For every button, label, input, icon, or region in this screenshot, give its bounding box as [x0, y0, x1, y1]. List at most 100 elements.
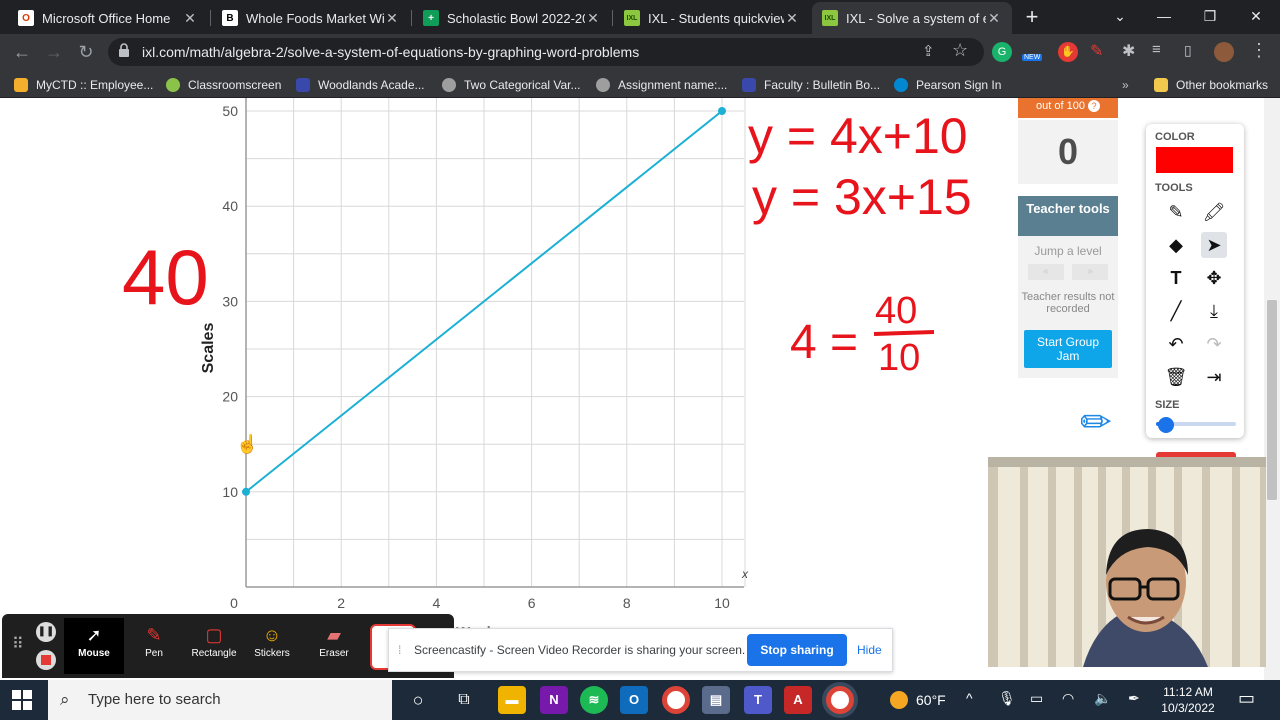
close-icon[interactable]: ✕ — [986, 10, 1002, 27]
redo-icon[interactable]: ↷ — [1201, 331, 1227, 357]
tab-ixl-solve-system[interactable]: IXL IXL - Solve a system of eq ✕ — [812, 2, 1012, 34]
wifi-icon[interactable]: ◠ — [1062, 690, 1074, 707]
adblock-icon[interactable]: ✋ — [1058, 42, 1078, 62]
chrome-icon[interactable] — [662, 686, 690, 714]
puzzle-icon[interactable]: ✱ — [1122, 41, 1135, 61]
volume-icon[interactable]: 🔈 — [1094, 690, 1111, 707]
hide-button[interactable]: Hide — [857, 643, 882, 657]
profile-avatar[interactable] — [1214, 42, 1234, 62]
exit-icon[interactable]: ⇥ — [1201, 364, 1227, 390]
stickers-tool-button[interactable]: ☺ Stickers — [242, 618, 302, 674]
other-bookmarks[interactable]: Other bookmarks — [1154, 76, 1268, 94]
rectangle-tool-button[interactable]: ▢ Rectangle — [184, 618, 244, 674]
forward-arrow-icon[interactable]: → — [42, 40, 66, 64]
undo-icon[interactable]: ↶ — [1163, 331, 1189, 357]
close-icon[interactable]: ✕ — [384, 10, 400, 27]
pen-toggle-icon[interactable]: ✏ — [1080, 400, 1112, 445]
bookmark-star-icon[interactable]: ☆ — [952, 40, 968, 61]
tray-chevron-icon[interactable]: ^ — [966, 690, 973, 706]
close-icon[interactable]: ✕ — [182, 10, 198, 27]
sheets-icon: + — [423, 10, 439, 26]
address-bar[interactable]: ixl.com/math/algebra-2/solve-a-system-of… — [108, 38, 984, 66]
bookmark-myctd[interactable]: MyCTD :: Employee... — [14, 76, 153, 94]
bookmark-woodlands[interactable]: Woodlands Acade... — [296, 76, 425, 94]
trash-icon[interactable]: 🗑 — [1163, 364, 1189, 390]
task-view-icon[interactable]: ⧉ — [450, 686, 478, 714]
mouse-icon: ➚ — [86, 625, 102, 645]
window-close-icon[interactable]: ✕ — [1242, 4, 1270, 28]
pen-tool-icon[interactable]: ✎ — [1163, 199, 1189, 225]
bookmark-pearson[interactable]: Pearson Sign In — [894, 76, 1001, 94]
restore-icon[interactable]: ❐ — [1196, 4, 1224, 28]
chrome-active-icon[interactable] — [826, 686, 854, 714]
score-value: 0 — [1018, 120, 1118, 184]
series-point — [242, 487, 250, 496]
media-icon[interactable]: ≡ — [1152, 41, 1161, 58]
cortana-icon[interactable]: ○ — [404, 686, 432, 714]
share-icon[interactable]: ⇪ — [922, 42, 935, 60]
spotify-icon[interactable]: ≋ — [580, 686, 608, 714]
close-icon[interactable]: ✕ — [585, 10, 601, 27]
tab-microsoft-office[interactable]: O Microsoft Office Home ✕ — [8, 2, 208, 34]
tab-whole-foods[interactable]: B Whole Foods Market Wil ✕ — [212, 2, 410, 34]
extension-new-icon[interactable]: NEW — [1022, 40, 1046, 64]
tab-scholastic-bowl[interactable]: + Scholastic Bowl 2022-202 ✕ — [413, 2, 611, 34]
grammarly-icon[interactable]: G — [992, 42, 1012, 62]
pause-icon[interactable]: ❚❚ — [36, 622, 56, 642]
tab-title: IXL - Students quickview — [648, 10, 784, 26]
pen-workspace-icon[interactable]: ✒ — [1128, 690, 1140, 707]
app-icon[interactable]: ▤ — [702, 686, 730, 714]
tab-search-chevron-icon[interactable]: ⌄ — [1106, 4, 1134, 28]
system-clock[interactable]: 11:12 AM 10/3/2022 — [1150, 684, 1226, 716]
size-slider-handle[interactable] — [1158, 417, 1174, 433]
file-explorer-icon[interactable]: ▬ — [498, 686, 526, 714]
stop-sharing-button[interactable]: Stop sharing — [747, 634, 847, 666]
mouse-tool-button[interactable]: ➚ Mouse — [64, 618, 124, 674]
bookmark-classroomscreen[interactable]: Classroomscreen — [166, 76, 281, 94]
pen-extension-icon[interactable]: ✎ — [1090, 41, 1103, 61]
temperature[interactable]: 60°F — [916, 692, 946, 708]
teams-icon[interactable]: T — [744, 686, 772, 714]
bookmarks-overflow-icon[interactable]: » — [1122, 76, 1129, 94]
drag-handle-icon[interactable]: ⁞ — [398, 643, 401, 657]
drag-handle-icon[interactable]: ⠿ — [12, 634, 24, 654]
outlook-icon[interactable]: O — [620, 686, 648, 714]
bookmark-two-categorical[interactable]: Two Categorical Var... — [442, 76, 581, 94]
onenote-icon[interactable]: N — [540, 686, 568, 714]
windows-start-icon[interactable] — [12, 690, 32, 710]
tab-ixl-quickview[interactable]: IXL IXL - Students quickview ✕ — [614, 2, 810, 34]
reload-icon[interactable]: ↻ — [74, 40, 98, 64]
eraser-tool-button[interactable]: ▰ Eraser — [304, 618, 364, 674]
notifications-icon[interactable]: ▭ — [1238, 688, 1255, 709]
bookmark-assignment[interactable]: Assignment name:... — [596, 76, 727, 94]
back-arrow-icon[interactable]: ← — [10, 40, 34, 64]
highlighter-tool-icon[interactable]: 🖍 — [1201, 199, 1227, 225]
color-swatch[interactable] — [1156, 147, 1233, 173]
pointer-tool-icon[interactable]: ➤ — [1201, 232, 1227, 258]
acrobat-icon[interactable]: A — [784, 686, 812, 714]
jump-next-button[interactable]: » — [1072, 264, 1108, 280]
download-icon[interactable]: ⤓ — [1201, 298, 1227, 324]
lock-icon[interactable] — [118, 43, 130, 60]
close-icon[interactable]: ✕ — [784, 10, 800, 27]
line-tool-icon[interactable]: ╱ — [1163, 298, 1189, 324]
pen-tool-button[interactable]: ✎ Pen — [124, 618, 184, 674]
text-tool-icon[interactable]: T — [1163, 265, 1189, 291]
move-tool-icon[interactable]: ✥ — [1201, 265, 1227, 291]
side-panel-icon[interactable]: ▯ — [1184, 42, 1192, 59]
battery-icon[interactable]: ▭ — [1030, 690, 1043, 707]
jump-prev-button[interactable]: « — [1028, 264, 1064, 280]
help-icon[interactable]: ? — [1088, 100, 1100, 112]
start-group-jam-button[interactable]: Start Group Jam — [1024, 330, 1112, 368]
eraser-tool-icon[interactable]: ◆ — [1163, 232, 1189, 258]
weather-sun-icon[interactable] — [890, 691, 908, 709]
new-tab-button[interactable]: + — [1020, 6, 1044, 30]
menu-kebab-icon[interactable]: ⋮ — [1250, 40, 1268, 61]
bookmark-faculty-bulletin[interactable]: Faculty : Bulletin Bo... — [742, 76, 880, 94]
minimize-icon[interactable]: — — [1150, 4, 1178, 28]
microphone-icon[interactable]: 🎙 — [998, 690, 1016, 707]
stop-record-icon[interactable] — [36, 650, 56, 670]
scrollbar-thumb[interactable] — [1267, 300, 1277, 500]
taskbar-search-input[interactable]: Type here to search — [48, 680, 392, 720]
tool-label: Eraser — [319, 648, 349, 659]
